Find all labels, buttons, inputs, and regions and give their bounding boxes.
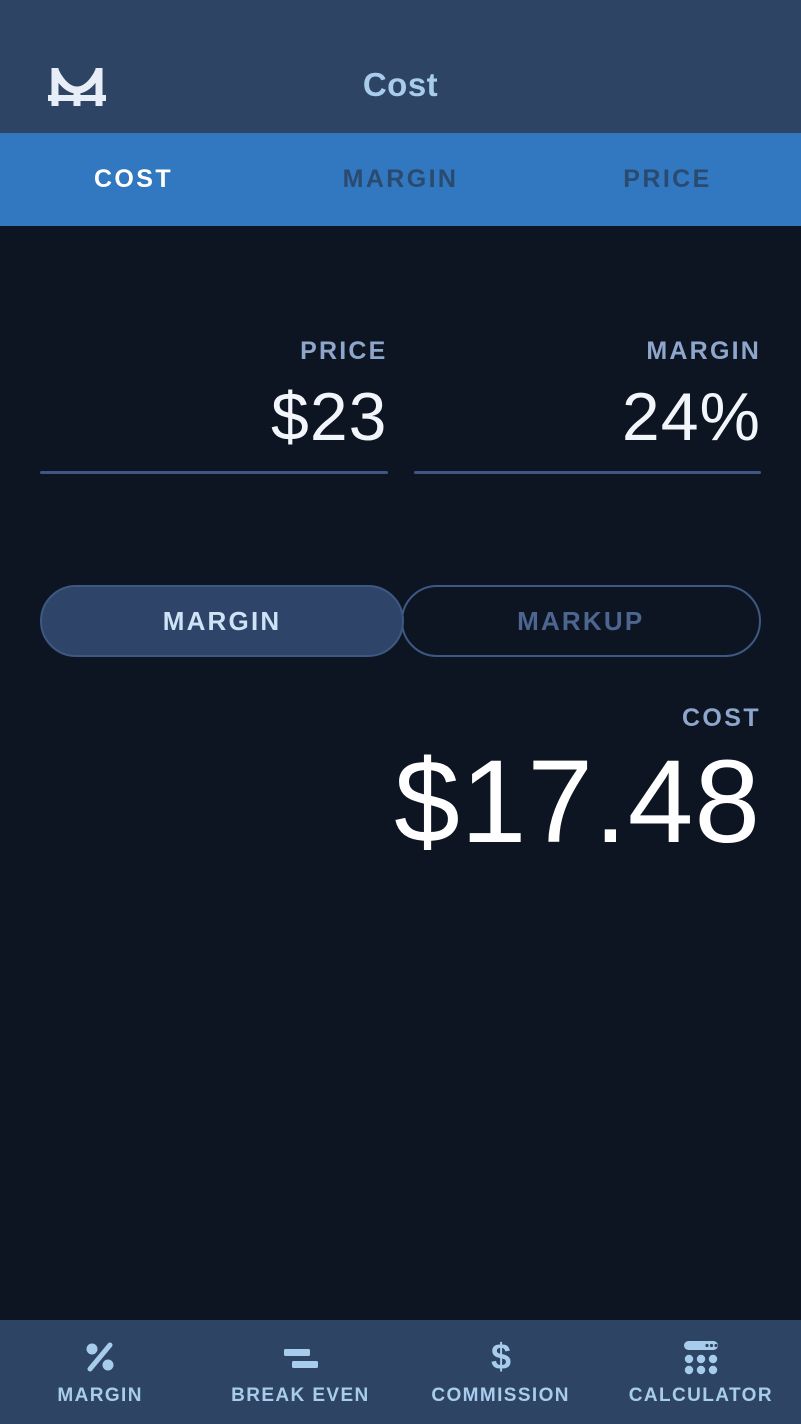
app-header: Cost bbox=[0, 0, 801, 133]
nav-item-break-even[interactable]: BREAK EVEN bbox=[200, 1320, 400, 1424]
input-fields-row: PRICE $23 MARGIN 24% bbox=[40, 337, 761, 474]
nav-label-break-even: BREAK EVEN bbox=[231, 1385, 370, 1406]
cost-result-value: $17.48 bbox=[394, 736, 761, 868]
calculator-icon bbox=[677, 1337, 725, 1377]
price-field-label: PRICE bbox=[300, 337, 388, 365]
main-content: PRICE $23 MARGIN 24% MARKUP MARGIN COST … bbox=[0, 226, 801, 1320]
nav-item-calculator[interactable]: CALCULATOR bbox=[601, 1320, 801, 1424]
nav-label-commission: COMMISSION bbox=[431, 1385, 570, 1406]
tab-cost[interactable]: COST bbox=[0, 133, 267, 226]
price-field-underline bbox=[40, 471, 388, 474]
dollar-icon: $ bbox=[477, 1336, 525, 1377]
margin-field-label: MARGIN bbox=[646, 337, 761, 365]
equals-icon bbox=[276, 1337, 324, 1377]
margin-field-group: MARGIN 24% bbox=[413, 337, 762, 474]
margin-input[interactable]: 24% bbox=[414, 369, 762, 465]
nav-label-margin: MARGIN bbox=[57, 1385, 143, 1406]
bottom-navigation-bar: MARGIN BREAK EVEN $ COMMISSION CALCULATO… bbox=[0, 1320, 801, 1424]
nav-item-commission[interactable]: $ COMMISSION bbox=[401, 1320, 601, 1424]
cost-result-label: COST bbox=[681, 704, 761, 732]
price-input[interactable]: $23 bbox=[40, 369, 388, 465]
svg-text:$: $ bbox=[491, 1336, 511, 1377]
margin-field-underline bbox=[413, 471, 761, 474]
margin-markup-segmented-control: MARKUP MARGIN bbox=[40, 585, 761, 657]
percent-icon bbox=[76, 1337, 124, 1377]
price-field-group: PRICE $23 bbox=[40, 337, 388, 474]
app-root: Cost COST MARGIN PRICE PRICE $23 MARGIN … bbox=[0, 0, 801, 1424]
nav-item-margin[interactable]: MARGIN bbox=[0, 1320, 200, 1424]
tab-margin[interactable]: MARGIN bbox=[267, 133, 534, 226]
top-tabstrip: COST MARGIN PRICE bbox=[0, 133, 801, 226]
nav-label-calculator: CALCULATOR bbox=[628, 1385, 773, 1406]
tab-price[interactable]: PRICE bbox=[534, 133, 801, 226]
segment-margin[interactable]: MARGIN bbox=[40, 585, 405, 657]
page-title: Cost bbox=[362, 66, 439, 103]
cost-result-group: COST $17.48 bbox=[40, 704, 761, 866]
segment-markup[interactable]: MARKUP bbox=[400, 585, 761, 657]
